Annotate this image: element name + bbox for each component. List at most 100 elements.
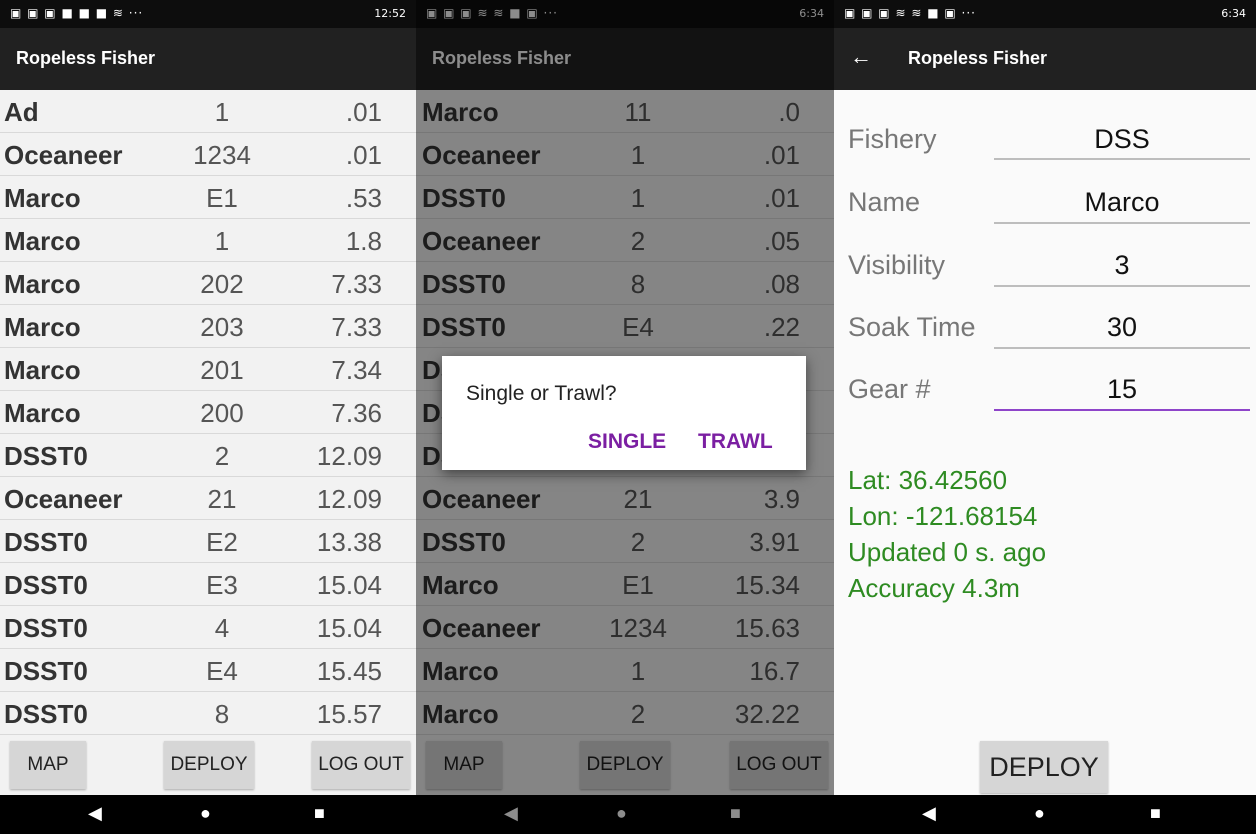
- gear-owner: Oceaneer: [4, 484, 123, 514]
- gear-distance: 7.36: [331, 398, 382, 428]
- gear-id: 203: [200, 312, 244, 342]
- home-nav-icon[interactable]: ●: [200, 803, 211, 824]
- list-item[interactable]: DSST0 2 12.09: [0, 434, 416, 477]
- list-item[interactable]: DSST0 4 15.04: [0, 606, 416, 649]
- gear-id: 21: [207, 484, 237, 514]
- gear-owner: DSST0: [4, 527, 88, 557]
- list-item[interactable]: Marco 200 7.36: [0, 391, 416, 434]
- deploy-button[interactable]: DEPLOY: [164, 741, 254, 789]
- fishery-label: Fishery: [848, 124, 937, 154]
- gear-id: 1: [214, 97, 230, 127]
- status-bar: ▣ ▣ ▣ ≋ ≋ ■ ▣ ··· 6:34: [834, 0, 1256, 28]
- gear-distance: 15.57: [316, 699, 382, 729]
- soak-time-underline: [994, 347, 1250, 349]
- soak-time-field[interactable]: 30: [994, 312, 1250, 343]
- list-item[interactable]: DSST0 E3 15.04: [0, 563, 416, 606]
- gear-distance: 13.38: [316, 527, 382, 557]
- status-bar: ▣ ▣ ▣ ■ ■ ■ ≋ ··· 12:52: [0, 0, 416, 28]
- home-nav-icon[interactable]: ●: [1034, 803, 1045, 824]
- gps-lat: Lat: 36.42560: [848, 465, 1008, 495]
- list-item[interactable]: DSST0 8 15.57: [0, 692, 416, 735]
- gear-id: 202: [200, 269, 244, 299]
- gear-id: 1: [214, 226, 230, 256]
- list-item[interactable]: Marco 201 7.34: [0, 348, 416, 391]
- status-time: 12:52: [374, 7, 406, 20]
- deploy-button[interactable]: DEPLOY: [980, 741, 1108, 793]
- list-item[interactable]: Marco 203 7.33: [0, 305, 416, 348]
- recents-nav-icon[interactable]: ■: [314, 803, 325, 824]
- gear-distance: 1.8: [345, 226, 382, 256]
- gear-id: 8: [214, 699, 230, 729]
- gear-id: E4: [206, 656, 238, 686]
- fishery-underline: [994, 158, 1250, 160]
- name-field[interactable]: Marco: [994, 187, 1250, 218]
- back-nav-icon[interactable]: ◀: [922, 803, 936, 824]
- gear-id: E3: [206, 570, 238, 600]
- recents-nav-icon[interactable]: ■: [1150, 803, 1161, 824]
- fishery-field[interactable]: DSS: [994, 124, 1250, 155]
- single-button[interactable]: SINGLE: [588, 430, 666, 454]
- gear-owner: Marco: [4, 398, 81, 428]
- gear-distance: 12.09: [316, 484, 382, 514]
- gear-distance: 12.09: [316, 441, 382, 471]
- single-trawl-dialog: Single or Trawl? SINGLE TRAWL: [442, 356, 806, 470]
- gps-info: Lat: 36.42560 Lon: -121.68154 Updated 0 …: [848, 462, 1046, 606]
- gear-id: 200: [200, 398, 244, 428]
- gear-distance: 7.33: [331, 269, 382, 299]
- list-item[interactable]: DSST0 E4 15.45: [0, 649, 416, 692]
- gear-owner: DSST0: [4, 656, 88, 686]
- gear-owner: Marco: [4, 269, 81, 299]
- list-item[interactable]: Marco E1 .53: [0, 176, 416, 219]
- name-label: Name: [848, 187, 921, 217]
- app-bar: Ropeless Fisher: [0, 28, 416, 90]
- gear-owner: Marco: [4, 183, 81, 213]
- notification-icons: ▣ ▣ ▣ ≋ ≋ ■ ▣ ···: [844, 6, 976, 20]
- gear-owner: DSST0: [4, 613, 88, 643]
- logout-button[interactable]: LOG OUT: [312, 741, 410, 789]
- gear-distance: 15.04: [316, 613, 382, 643]
- gear-number-field[interactable]: 15: [994, 374, 1250, 405]
- gps-accuracy: Accuracy 4.3m: [848, 573, 1020, 603]
- gear-id: E2: [206, 527, 238, 557]
- gear-distance: 15.04: [316, 570, 382, 600]
- list-item[interactable]: Marco 1 1.8: [0, 219, 416, 262]
- list-item[interactable]: DSST0 E2 13.38: [0, 520, 416, 563]
- gear-distance: 7.34: [331, 355, 382, 385]
- gear-id: 1234: [193, 140, 251, 170]
- gear-owner: DSST0: [4, 699, 88, 729]
- map-button[interactable]: MAP: [10, 741, 86, 789]
- dialog-message: Single or Trawl?: [466, 382, 617, 405]
- gear-owner: Oceaneer: [4, 140, 123, 170]
- back-arrow-icon[interactable]: ←: [850, 44, 872, 70]
- nav-bar: ◀ ● ■: [834, 795, 1256, 834]
- gear-distance: 15.45: [316, 656, 382, 686]
- soak-time-label: Soak Time: [848, 312, 976, 342]
- gps-updated: Updated 0 s. ago: [848, 537, 1047, 567]
- list-item[interactable]: Oceaneer 21 12.09: [0, 477, 416, 520]
- screen-list: ▣ ▣ ▣ ■ ■ ■ ≋ ··· 12:52 Ropeless Fisher …: [0, 0, 416, 834]
- list-item[interactable]: Marco 202 7.33: [0, 262, 416, 305]
- gear-owner: Ad: [4, 97, 39, 127]
- gear-distance: 7.33: [331, 312, 382, 342]
- gps-lon: Lon: -121.68154: [848, 501, 1038, 531]
- gear-distance: .01: [345, 140, 382, 170]
- app-bar: ← Ropeless Fisher: [834, 28, 1256, 90]
- visibility-field[interactable]: 3: [994, 250, 1250, 281]
- visibility-label: Visibility: [848, 250, 946, 280]
- gear-owner: Marco: [4, 226, 81, 256]
- gear-owner: Marco: [4, 312, 81, 342]
- gear-owner: Marco: [4, 355, 81, 385]
- gear-owner: DSST0: [4, 441, 88, 471]
- trawl-button[interactable]: TRAWL: [698, 430, 773, 454]
- gear-number-label: Gear #: [848, 374, 931, 404]
- back-nav-icon[interactable]: ◀: [88, 803, 102, 824]
- button-bar: MAP DEPLOY LOG OUT: [0, 735, 416, 795]
- gear-number-underline: [994, 409, 1250, 411]
- gear-id: 2: [214, 441, 230, 471]
- gear-list[interactable]: Ad 1 .01 Oceaneer 1234 .01 Marco E1 .53 Marco 1 1.8…: [0, 90, 416, 735]
- app-title: Ropeless Fisher: [16, 48, 156, 68]
- list-item[interactable]: Ad 1 .01: [0, 90, 416, 133]
- visibility-underline: [994, 285, 1250, 287]
- gear-id: 4: [214, 613, 230, 643]
- list-item[interactable]: Oceaneer 1234 .01: [0, 133, 416, 176]
